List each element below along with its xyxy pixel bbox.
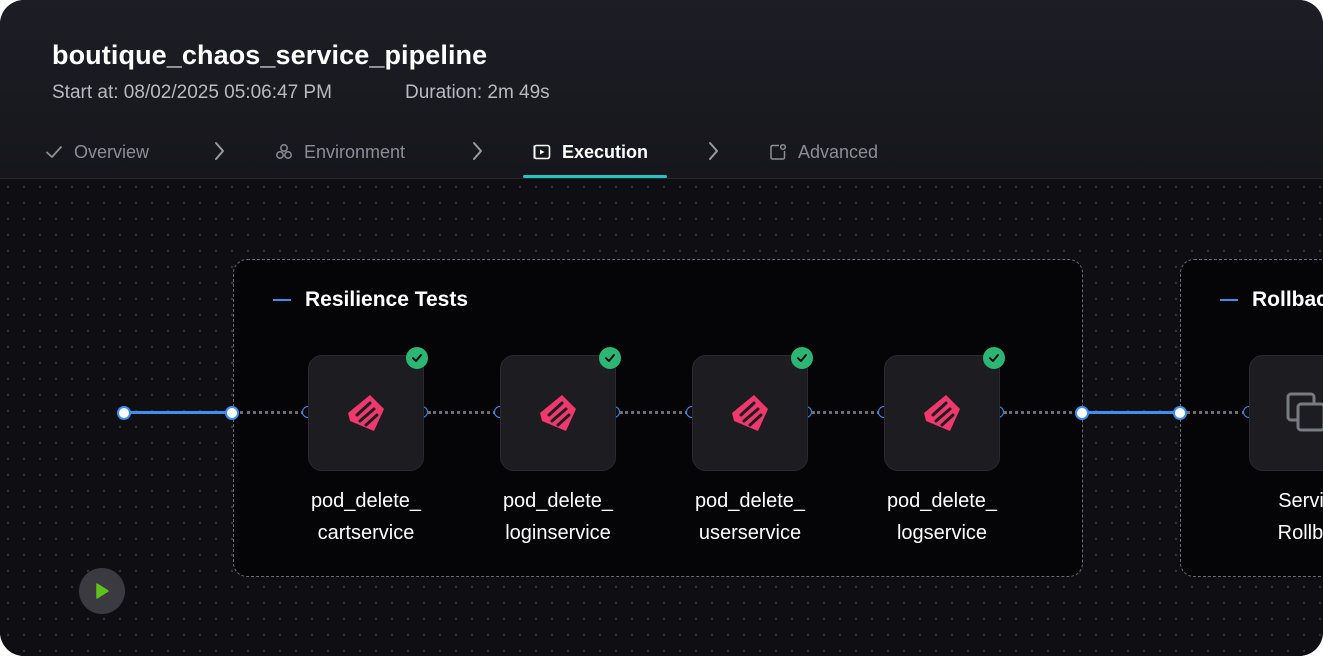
pipeline-start-node[interactable] xyxy=(79,568,125,614)
pipeline-title: boutique_chaos_service_pipeline xyxy=(52,40,488,70)
step-node-service-rollback[interactable] xyxy=(1249,355,1323,471)
tab-environment-label: Environment xyxy=(304,141,406,162)
edge xyxy=(620,411,688,414)
chaos-icon xyxy=(732,395,768,431)
port[interactable] xyxy=(225,406,239,420)
chevron-right-icon xyxy=(215,142,224,160)
execution-icon xyxy=(533,144,551,160)
tab-overview-label: Overview xyxy=(74,141,150,162)
tab-overview[interactable]: Overview xyxy=(44,138,149,166)
step-node-label: pod_delete_ cartservice xyxy=(281,485,451,549)
chaos-icon xyxy=(924,395,960,431)
step-node-label-line: pod_delete_ xyxy=(886,490,998,512)
edge xyxy=(240,411,304,414)
step-node-label-line: logservice xyxy=(896,522,988,544)
step-node-label-line: pod_delete_ xyxy=(694,490,806,512)
step-node-label: Servic Rollba xyxy=(1221,485,1323,549)
start-at-text: Start at: 08/02/2025 05:06:47 PM xyxy=(52,82,332,103)
step-node-label-line: pod_delete_ xyxy=(502,490,614,512)
stage-group-title: Rollbac xyxy=(1220,288,1323,312)
tab-advanced[interactable]: Advanced xyxy=(768,138,878,166)
checkmark-icon xyxy=(46,146,62,158)
chevron-right-icon xyxy=(473,142,482,160)
success-check-icon xyxy=(599,347,621,369)
edge-between-groups xyxy=(1082,411,1180,414)
duration-text: Duration: 2m 49s xyxy=(405,82,550,103)
tab-execution-label: Execution xyxy=(562,141,649,162)
tab-advanced-label: Advanced xyxy=(798,141,879,162)
port[interactable] xyxy=(1173,406,1187,420)
edge xyxy=(1004,411,1078,414)
step-node-label-line: userservice xyxy=(698,522,802,544)
port[interactable] xyxy=(1075,406,1089,420)
active-tab-indicator xyxy=(523,175,667,178)
step-node-label-line: loginservice xyxy=(505,522,611,544)
edge xyxy=(428,411,496,414)
port[interactable] xyxy=(117,406,131,420)
copy-icon xyxy=(1286,392,1323,432)
play-icon xyxy=(96,583,109,599)
step-node-pod-delete-userservice[interactable] xyxy=(692,355,808,471)
chaos-icon xyxy=(348,395,384,431)
chevron-right-icon xyxy=(709,142,718,160)
edge xyxy=(812,411,880,414)
step-node-pod-delete-logservice[interactable] xyxy=(884,355,1000,471)
stage-group-title-text: Rollbac xyxy=(1252,288,1323,311)
environment-icon xyxy=(276,144,292,159)
step-node-label-line: Rollba xyxy=(1277,522,1323,544)
step-node-label: pod_delete_ logservice xyxy=(857,485,1027,549)
advanced-icon xyxy=(770,143,787,160)
pipeline-window: boutique_chaos_service_pipeline Start at… xyxy=(0,0,1323,656)
stage-group-title: Resilience Tests xyxy=(273,288,468,312)
pipeline-canvas[interactable]: Resilience Tests Rollbac pod_delete_ car… xyxy=(0,179,1323,656)
edge-start xyxy=(124,411,232,414)
step-node-pod-delete-loginservice[interactable] xyxy=(500,355,616,471)
tab-environment[interactable]: Environment xyxy=(274,138,405,166)
chaos-icon xyxy=(540,395,576,431)
step-node-label-line: cartservice xyxy=(317,522,415,544)
tab-execution[interactable]: Execution xyxy=(532,138,648,166)
step-node-label: pod_delete_ userservice xyxy=(665,485,835,549)
stage-group-title-text: Resilience Tests xyxy=(305,288,469,311)
pipeline-header: boutique_chaos_service_pipeline Start at… xyxy=(0,0,1323,179)
step-node-label: pod_delete_ loginservice xyxy=(473,485,643,549)
success-check-icon xyxy=(983,347,1005,369)
edge xyxy=(1186,411,1246,414)
collapse-icon[interactable] xyxy=(273,299,291,301)
success-check-icon xyxy=(406,347,428,369)
step-node-label-line: pod_delete_ xyxy=(310,490,422,512)
success-check-icon xyxy=(791,347,813,369)
step-node-label-line: Servic xyxy=(1278,490,1323,512)
step-node-pod-delete-cartservice[interactable] xyxy=(308,355,424,471)
collapse-icon[interactable] xyxy=(1220,299,1238,301)
